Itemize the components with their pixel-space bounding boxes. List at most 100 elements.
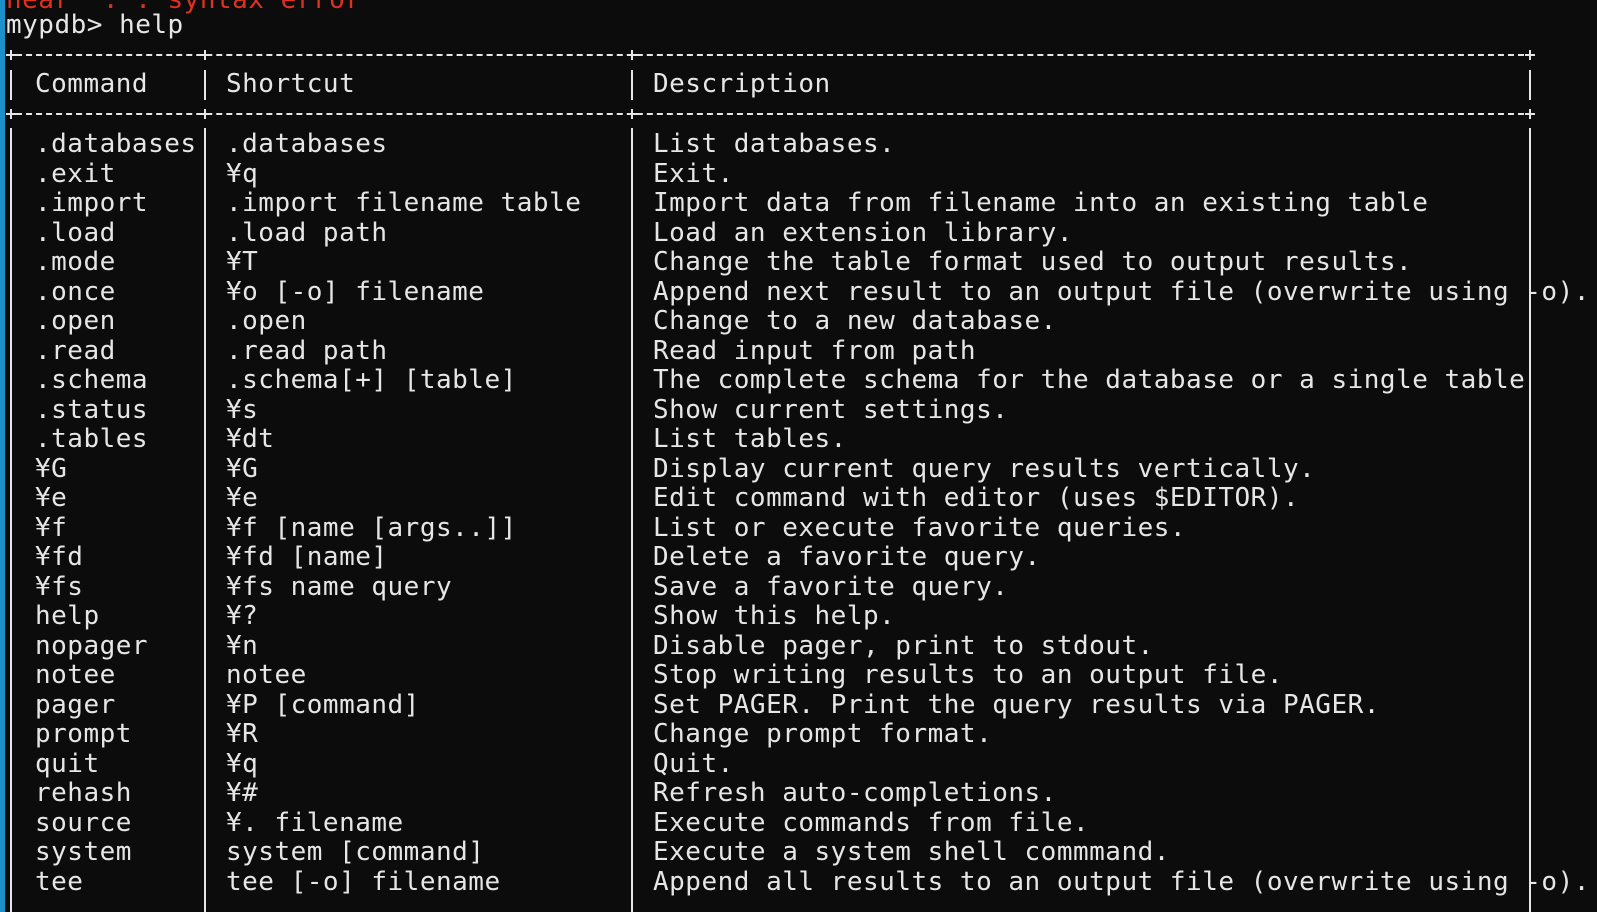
cell-description: Delete a favorite query.	[653, 542, 1041, 572]
cell-shortcut: ¥fs name query	[226, 571, 453, 602]
column-header-command: Command	[35, 69, 149, 99]
cell-command: .open	[35, 306, 116, 336]
cell-command: tee	[35, 866, 84, 897]
column-divider	[631, 128, 633, 912]
cell-description: Execute a system shell commmand.	[653, 837, 1170, 867]
cell-shortcut: ¥n	[226, 630, 259, 661]
cell-command: system	[35, 837, 132, 867]
cell-shortcut: .schema[+] [table]	[226, 365, 517, 395]
table-corner	[200, 109, 210, 119]
cell-description: Quit.	[653, 748, 734, 779]
cell-command: source	[35, 807, 132, 838]
cell-shortcut: .import filename table	[226, 188, 582, 218]
table-corner	[1525, 50, 1535, 60]
cell-shortcut: ¥e	[226, 483, 259, 513]
cell-shortcut: .databases	[226, 129, 388, 159]
command-prompt-line[interactable]: mypdb> help	[6, 10, 184, 41]
table-corner	[6, 50, 16, 60]
cell-description: List tables.	[653, 424, 847, 454]
cell-command: ¥fs	[35, 571, 84, 602]
cell-description: The complete schema for the database or …	[653, 365, 1526, 395]
column-divider	[204, 70, 206, 100]
cell-command: .once	[35, 276, 116, 307]
cell-description: Append next result to an output file (ov…	[653, 276, 1590, 307]
cell-description: Import data from filename into an existi…	[653, 188, 1429, 218]
cell-command: rehash	[35, 778, 132, 808]
cell-description: Execute commands from file.	[653, 807, 1090, 838]
cell-shortcut: ¥f [name [args..]]	[226, 512, 517, 543]
cell-description: Disable pager, print to stdout.	[653, 630, 1154, 661]
cell-shortcut: ¥q	[226, 748, 259, 779]
cell-command: pager	[35, 689, 116, 720]
terminal-window[interactable]: near ".": syntax error mypdb> help Comma…	[6, 0, 1591, 912]
table-corner	[1525, 109, 1535, 119]
cell-shortcut: ¥q	[226, 158, 259, 189]
column-header-description: Description	[653, 69, 831, 99]
cell-shortcut: tee [-o] filename	[226, 866, 501, 897]
cell-command: ¥e	[35, 483, 68, 513]
cell-description: Change prompt format.	[653, 719, 993, 749]
table-header-separator	[6, 113, 1534, 115]
cell-shortcut: system [command]	[226, 837, 485, 867]
cell-command: quit	[35, 748, 100, 779]
cell-description: Change to a new database.	[653, 306, 1057, 336]
cell-command: prompt	[35, 719, 132, 749]
prompt-label: mypdb>	[6, 10, 120, 40]
table-border-left	[10, 70, 12, 100]
cell-shortcut: ¥R	[226, 719, 259, 749]
cell-shortcut: notee	[226, 660, 307, 690]
cell-command: notee	[35, 660, 116, 690]
cell-description: Show this help.	[653, 601, 896, 631]
column-divider	[631, 70, 633, 100]
table-border-left	[10, 128, 12, 912]
table-corner	[627, 50, 637, 60]
cell-shortcut: ¥P [command]	[226, 689, 420, 720]
cell-shortcut: ¥#	[226, 778, 259, 808]
table-corner	[627, 109, 637, 119]
cell-description: Exit.	[653, 158, 734, 189]
cell-description: Show current settings.	[653, 394, 1009, 425]
cell-description: Load an extension library.	[653, 217, 1073, 248]
cell-command: ¥fd	[35, 542, 84, 572]
cell-description: Append all results to an output file (ov…	[653, 866, 1590, 897]
window-edge-accent	[0, 0, 5, 912]
cell-command: .mode	[35, 247, 116, 277]
table-corner	[6, 109, 16, 119]
cell-command: .exit	[35, 158, 116, 189]
table-border-top	[6, 54, 1534, 56]
cell-shortcut: .read path	[226, 335, 388, 366]
cell-command: .status	[35, 394, 149, 425]
table-corner	[200, 50, 210, 60]
cell-command: ¥f	[35, 512, 68, 543]
cell-description: Read input from path	[653, 335, 977, 366]
cell-description: Save a favorite query.	[653, 571, 1009, 602]
cell-description: Set PAGER. Print the query results via P…	[653, 689, 1380, 720]
cell-description: Refresh auto-completions.	[653, 778, 1057, 808]
entered-command: help	[119, 10, 184, 40]
cell-command: .tables	[35, 424, 149, 454]
cell-description: Display current query results vertically…	[653, 453, 1316, 484]
cell-command: .load	[35, 217, 116, 248]
cell-command: .databases	[35, 129, 197, 159]
cell-shortcut: ¥. filename	[226, 807, 404, 838]
cell-command: .read	[35, 335, 116, 366]
cell-description: List databases.	[653, 129, 896, 159]
cell-command: help	[35, 601, 100, 631]
cell-shortcut: ¥T	[226, 247, 259, 277]
cell-command: .import	[35, 188, 149, 218]
cell-command: .schema	[35, 365, 149, 395]
table-border-right	[1529, 70, 1531, 100]
cell-command: nopager	[35, 630, 149, 661]
cell-description: Stop writing results to an output file.	[653, 660, 1283, 690]
table-border-right	[1529, 128, 1531, 912]
cell-shortcut: .open	[226, 306, 307, 336]
column-divider	[204, 128, 206, 912]
cell-shortcut: ¥?	[226, 601, 259, 631]
cell-description: Change the table format used to output r…	[653, 247, 1413, 277]
column-header-shortcut: Shortcut	[226, 69, 356, 99]
cell-description: Edit command with editor (uses $EDITOR).	[653, 483, 1300, 513]
cell-command: ¥G	[35, 453, 68, 484]
cell-shortcut: ¥G	[226, 453, 259, 484]
cell-shortcut: ¥o [-o] filename	[226, 276, 485, 307]
cell-shortcut: ¥fd [name]	[226, 542, 388, 572]
